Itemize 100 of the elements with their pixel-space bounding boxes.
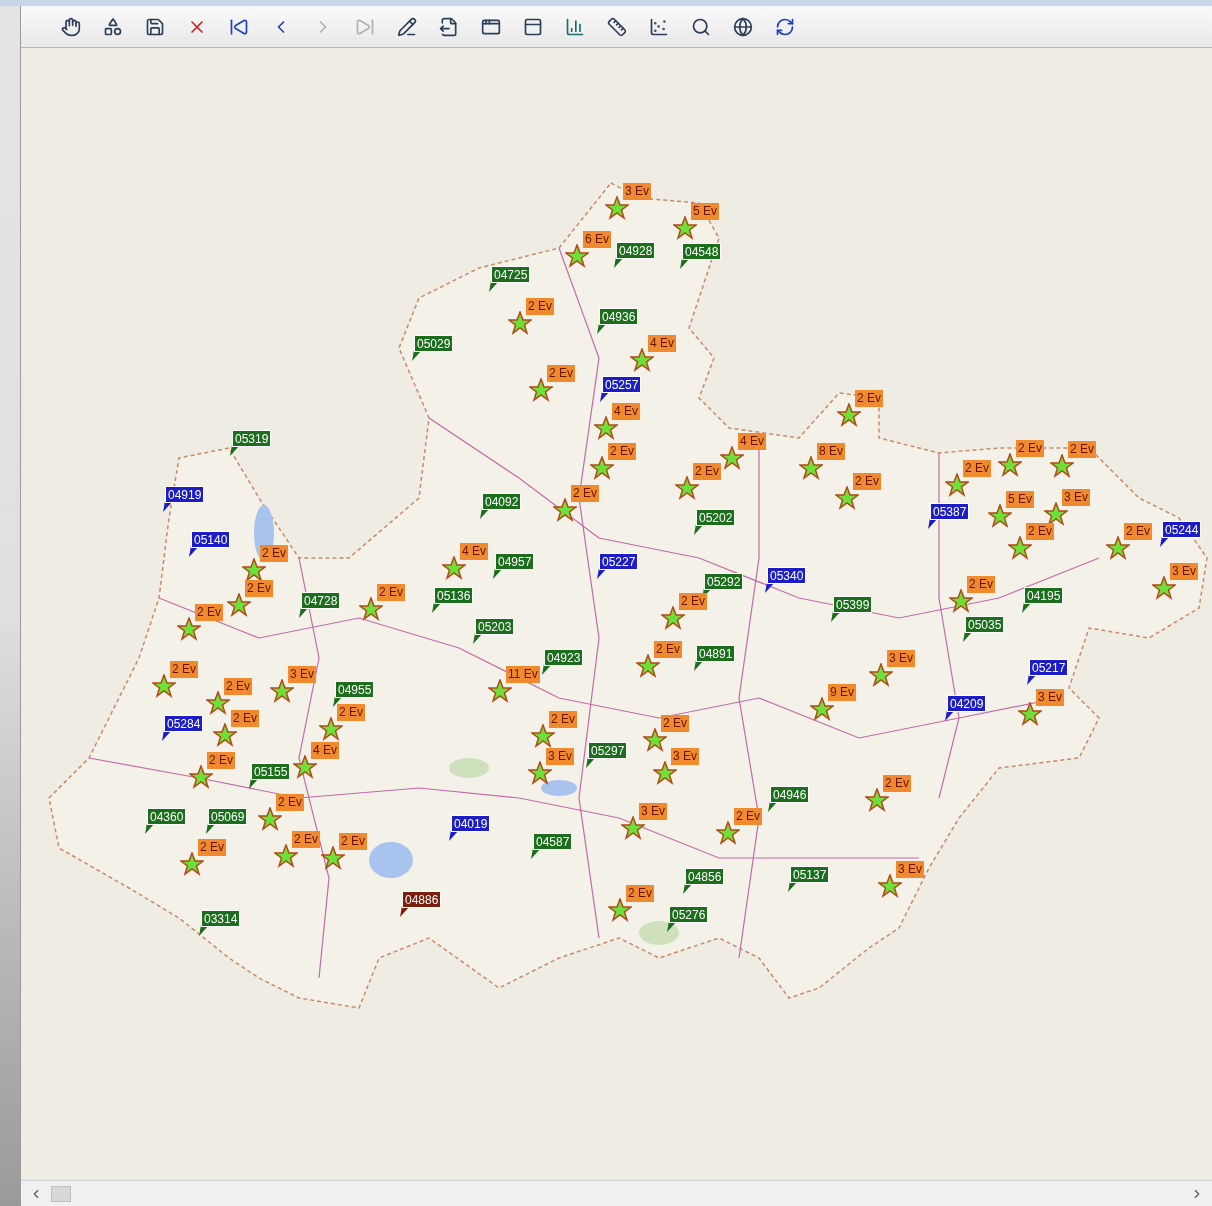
star-icon[interactable] [643, 728, 667, 752]
event-count-label[interactable]: 3 Ev [887, 650, 915, 667]
station-label[interactable]: 05136 [434, 587, 474, 604]
station-label[interactable]: 05137 [790, 866, 830, 883]
station-label[interactable]: 05140 [191, 531, 231, 548]
station-label[interactable]: 03314 [201, 910, 241, 927]
horizontal-scrollbar[interactable] [21, 1180, 1212, 1206]
event-count-label[interactable]: 2 Ev [883, 775, 911, 792]
star-icon[interactable] [359, 597, 383, 621]
star-icon[interactable] [720, 446, 744, 470]
star-icon[interactable] [594, 416, 618, 440]
event-count-label[interactable]: 2 Ev [571, 485, 599, 502]
station-label[interactable]: 04360 [147, 808, 187, 825]
event-count-label[interactable]: 2 Ev [377, 584, 405, 601]
station-label[interactable]: 05292 [704, 573, 744, 590]
station-label[interactable]: 05387 [930, 503, 970, 520]
event-count-label[interactable]: 3 Ev [1036, 689, 1064, 706]
event-count-label[interactable]: 4 Ev [738, 433, 766, 450]
star-icon[interactable] [630, 348, 654, 372]
star-icon[interactable] [531, 724, 555, 748]
star-icon[interactable] [1050, 454, 1074, 478]
event-count-label[interactable]: 3 Ev [1062, 489, 1090, 506]
station-label[interactable]: 05340 [767, 567, 807, 584]
event-count-label[interactable]: 2 Ev [337, 704, 365, 721]
station-label[interactable]: 04946 [770, 786, 810, 803]
star-icon[interactable] [869, 663, 893, 687]
station-label[interactable]: 04856 [685, 868, 725, 885]
event-count-label[interactable]: 3 Ev [546, 748, 574, 765]
event-count-label[interactable]: 2 Ev [224, 678, 252, 695]
event-count-label[interactable]: 2 Ev [245, 580, 273, 597]
event-count-label[interactable]: 3 Ev [896, 861, 924, 878]
scrollbar-thumb[interactable] [51, 1185, 71, 1202]
event-count-label[interactable]: 8 Ev [817, 443, 845, 460]
star-icon[interactable] [529, 378, 553, 402]
star-icon[interactable] [152, 674, 176, 698]
star-icon[interactable] [1018, 702, 1042, 726]
station-label[interactable]: 05155 [251, 763, 291, 780]
event-count-label[interactable]: 9 Ev [828, 684, 856, 701]
station-label[interactable]: 04548 [682, 243, 722, 260]
event-count-label[interactable]: 2 Ev [967, 576, 995, 593]
station-label[interactable]: 05203 [475, 618, 515, 635]
station-label[interactable]: 05257 [602, 376, 642, 393]
event-count-label[interactable]: 2 Ev [734, 808, 762, 825]
event-count-label[interactable]: 2 Ev [207, 752, 235, 769]
station-label[interactable]: 04928 [616, 242, 656, 259]
event-count-label[interactable]: 2 Ev [1016, 440, 1044, 457]
event-count-label[interactable]: 3 Ev [1170, 563, 1198, 580]
station-label[interactable]: 04587 [533, 833, 573, 850]
event-count-label[interactable]: 2 Ev [339, 833, 367, 850]
event-count-label[interactable]: 2 Ev [276, 794, 304, 811]
station-label[interactable]: 04886 [402, 891, 442, 908]
star-icon[interactable] [949, 589, 973, 613]
star-icon[interactable] [528, 761, 552, 785]
star-icon[interactable] [258, 807, 282, 831]
event-count-label[interactable]: 2 Ev [547, 365, 575, 382]
star-icon[interactable] [661, 606, 685, 630]
star-icon[interactable] [716, 821, 740, 845]
star-icon[interactable] [865, 788, 889, 812]
event-count-label[interactable]: 2 Ev [853, 473, 881, 490]
station-label[interactable]: 04957 [495, 553, 535, 570]
star-icon[interactable] [1106, 536, 1130, 560]
event-count-label[interactable]: 2 Ev [1068, 441, 1096, 458]
station-label[interactable]: 05284 [164, 715, 204, 732]
star-icon[interactable] [293, 755, 317, 779]
star-icon[interactable] [605, 196, 629, 220]
station-label[interactable]: 05319 [232, 430, 272, 447]
event-count-label[interactable]: 2 Ev [231, 710, 259, 727]
event-count-label[interactable]: 2 Ev [855, 390, 883, 407]
star-icon[interactable] [621, 816, 645, 840]
star-icon[interactable] [274, 844, 298, 868]
event-count-label[interactable]: 4 Ev [648, 335, 676, 352]
event-count-label[interactable]: 3 Ev [671, 748, 699, 765]
star-icon[interactable] [799, 456, 823, 480]
event-count-label[interactable]: 3 Ev [623, 183, 651, 200]
star-icon[interactable] [636, 654, 660, 678]
station-label[interactable]: 04891 [696, 645, 736, 662]
star-icon[interactable] [189, 765, 213, 789]
star-icon[interactable] [177, 617, 201, 641]
star-icon[interactable] [945, 473, 969, 497]
event-count-label[interactable]: 2 Ev [679, 593, 707, 610]
event-count-label[interactable]: 2 Ev [661, 715, 689, 732]
event-count-label[interactable]: 2 Ev [198, 839, 226, 856]
station-label[interactable]: 04725 [491, 266, 531, 283]
event-count-label[interactable]: 2 Ev [292, 831, 320, 848]
station-label[interactable]: 05227 [599, 553, 639, 570]
station-label[interactable]: 05217 [1029, 659, 1069, 676]
event-count-label[interactable]: 4 Ev [612, 403, 640, 420]
event-count-label[interactable]: 4 Ev [311, 742, 339, 759]
event-count-label[interactable]: 3 Ev [639, 803, 667, 820]
station-label[interactable]: 04728 [301, 592, 341, 609]
station-label[interactable]: 04019 [451, 815, 491, 832]
star-icon[interactable] [608, 898, 632, 922]
star-icon[interactable] [321, 846, 345, 870]
star-icon[interactable] [998, 453, 1022, 477]
station-label[interactable]: 05276 [669, 906, 709, 923]
station-label[interactable]: 05297 [588, 742, 628, 759]
star-icon[interactable] [1152, 576, 1176, 600]
star-icon[interactable] [673, 216, 697, 240]
star-icon[interactable] [1044, 502, 1068, 526]
star-icon[interactable] [565, 244, 589, 268]
